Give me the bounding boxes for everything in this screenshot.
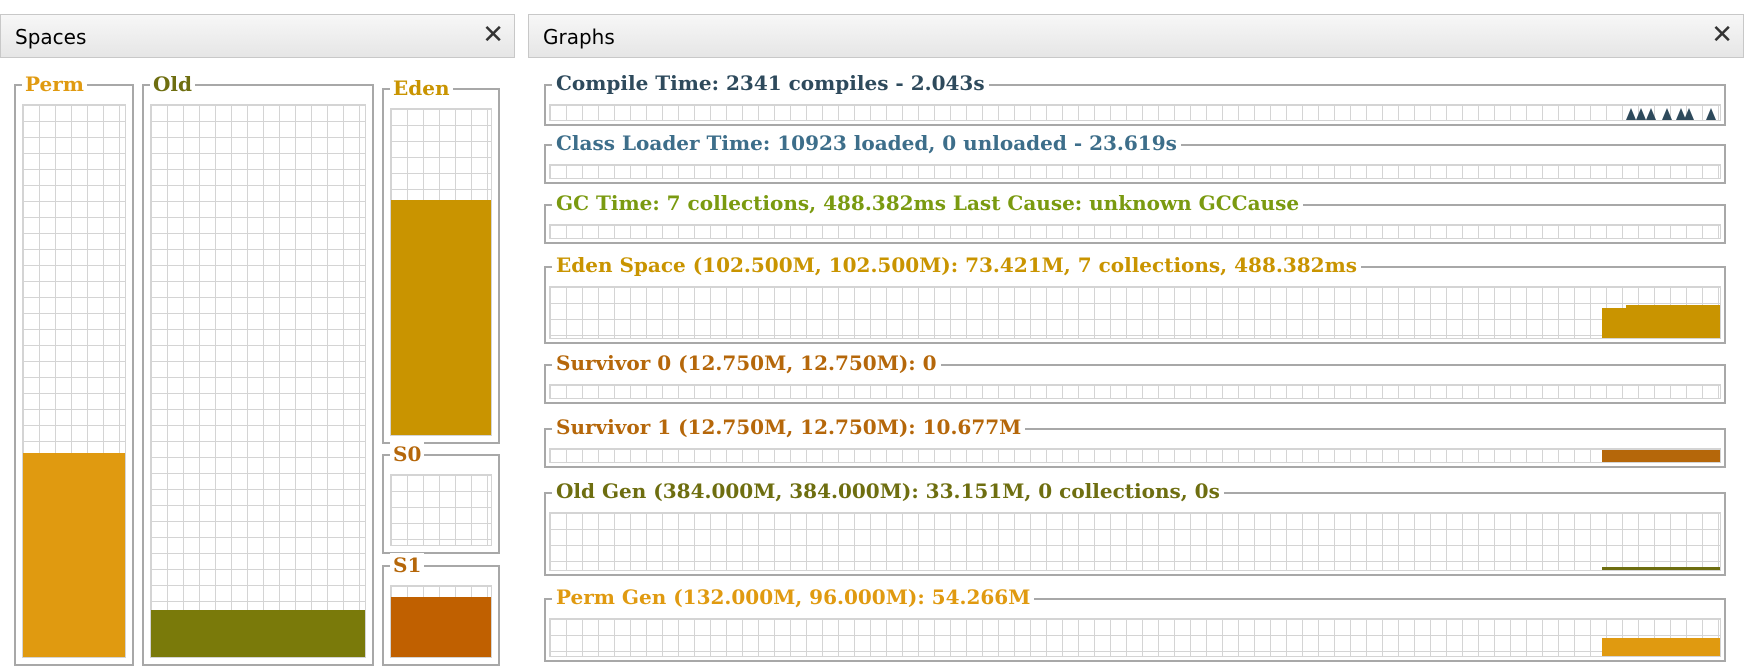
graphs-close-icon[interactable]: ✕ [1711,21,1733,49]
gc-time-grid [549,224,1721,239]
survivor-1-trace [1602,450,1720,462]
spaces-panel-header: Spaces ✕ [0,14,515,58]
s1-space-label: S1 [390,553,425,577]
perm-space-grid [22,104,126,658]
graphs-panel-header: Graphs ✕ [528,14,1744,58]
old-space-grid [150,104,366,658]
survivor-0-label: Survivor 0 (12.750M, 12.750M): 0 [552,350,941,376]
eden-space-graph: Eden Space (102.500M, 102.500M): 73.421M… [544,252,1726,344]
s1-space-fill [391,597,491,657]
old-space-label: Old [150,72,196,96]
compile-time-grid [549,104,1721,121]
old-space-fill [151,610,365,657]
eden-space-graph-label: Eden Space (102.500M, 102.500M): 73.421M… [552,252,1361,278]
survivor-1-graph: Survivor 1 (12.750M, 12.750M): 10.677M [544,414,1726,468]
compile-spike [1646,108,1656,120]
class-loader-graph: Class Loader Time: 10923 loaded, 0 unloa… [544,130,1726,184]
s0-space-box: S0 [382,442,500,554]
graphs-panel-title: Graphs [543,25,615,49]
spaces-panel-title: Spaces [15,25,87,49]
compile-time-graph: Compile Time: 2341 compiles - 2.043s [544,70,1726,126]
perm-space-fill [23,452,125,657]
survivor-1-grid [549,448,1721,463]
graphs-panel: Graphs ✕ Compile Time: 2341 compiles - 2… [528,14,1744,666]
gc-time-graph: GC Time: 7 collections, 488.382ms Last C… [544,190,1726,244]
class-loader-grid [549,164,1721,179]
s1-space-box: S1 [382,553,500,666]
s0-space-grid [390,474,492,546]
s0-space-label: S0 [390,442,425,466]
perm-gen-graph: Perm Gen (132.000M, 96.000M): 54.266M [544,584,1726,662]
survivor-0-graph: Survivor 0 (12.750M, 12.750M): 0 [544,350,1726,404]
perm-gen-trace [1602,638,1720,656]
compile-spike [1684,108,1694,120]
perm-space-label: Perm [22,72,87,96]
eden-space-graph-grid [549,286,1721,339]
spaces-close-icon[interactable]: ✕ [482,21,504,49]
s1-space-grid [390,585,492,658]
old-gen-trace [1602,567,1720,570]
eden-space-label: Eden [390,76,453,100]
compile-spike [1636,108,1646,120]
perm-gen-grid [549,618,1721,657]
old-gen-label: Old Gen (384.000M, 384.000M): 33.151M, 0… [552,478,1224,504]
survivor-1-label: Survivor 1 (12.750M, 12.750M): 10.677M [552,414,1026,440]
eden-space-box: Eden [382,76,500,444]
old-gen-graph: Old Gen (384.000M, 384.000M): 33.151M, 0… [544,478,1726,576]
spaces-panel: Spaces ✕ Perm Old Eden S0 S1 [0,14,515,666]
compile-spike [1662,108,1672,120]
compile-spike [1706,108,1716,120]
perm-gen-label: Perm Gen (132.000M, 96.000M): 54.266M [552,584,1035,610]
compile-spike [1626,108,1636,120]
eden-space-fill [391,200,491,435]
gc-time-label: GC Time: 7 collections, 488.382ms Last C… [552,190,1304,216]
perm-space-box: Perm [14,72,134,666]
class-loader-label: Class Loader Time: 10923 loaded, 0 unloa… [552,130,1181,156]
old-gen-grid [549,512,1721,571]
eden-space-trace-step [1626,305,1720,338]
compile-time-label: Compile Time: 2341 compiles - 2.043s [552,70,989,96]
eden-space-grid [390,108,492,436]
survivor-0-grid [549,384,1721,399]
old-space-box: Old [142,72,374,666]
